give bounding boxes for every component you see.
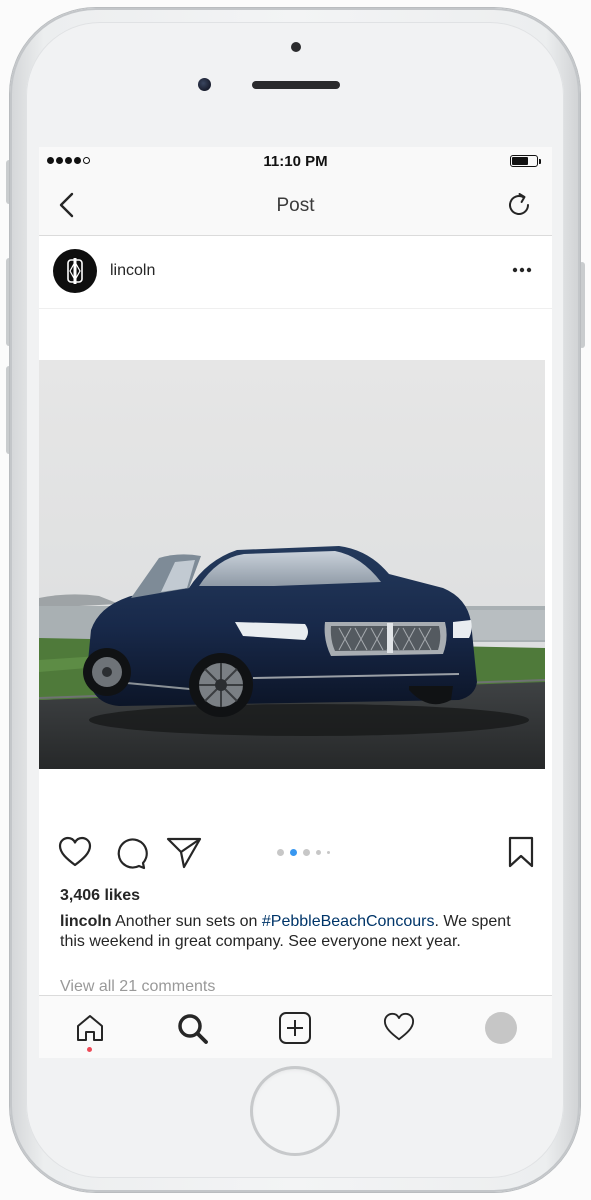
like-heart-icon[interactable]: [57, 835, 93, 869]
tab-home[interactable]: [39, 996, 141, 1058]
share-paper-plane-icon[interactable]: [165, 835, 203, 871]
front-camera: [198, 78, 211, 91]
post-username[interactable]: lincoln: [110, 262, 155, 280]
tab-search[interactable]: [141, 996, 243, 1058]
caption-text-before: Another sun sets on: [111, 913, 262, 930]
tab-profile[interactable]: [447, 996, 549, 1058]
status-bar: 11:10 PM: [39, 147, 552, 175]
tab-add[interactable]: [243, 996, 345, 1058]
add-post-icon: [279, 1012, 311, 1044]
profile-avatar-icon: [485, 1012, 517, 1044]
like-count[interactable]: 3,406 likes: [60, 887, 140, 905]
proximity-sensor: [291, 42, 301, 52]
battery-level: [512, 157, 528, 165]
earpiece-speaker: [252, 81, 340, 89]
heart-icon: [383, 1012, 415, 1041]
battery-tip: [539, 159, 541, 164]
carousel-dot: [316, 850, 321, 855]
carousel-dot: [277, 849, 284, 856]
lincoln-logo-icon: [67, 258, 83, 284]
car-photo: [39, 360, 545, 769]
app-screen: 11:10 PM Post lincoln 3,406 likes lincol…: [39, 147, 552, 1058]
tab-bar: [39, 995, 552, 1058]
carousel-dot: [303, 849, 310, 856]
home-button[interactable]: [250, 1066, 340, 1156]
caption-username[interactable]: lincoln: [60, 913, 112, 930]
search-icon: [178, 1014, 208, 1044]
post-header: lincoln: [39, 236, 552, 309]
page-title: Post: [276, 195, 315, 216]
notification-dot: [87, 1047, 92, 1052]
tab-activity[interactable]: [345, 996, 447, 1058]
avatar[interactable]: [53, 249, 97, 293]
carousel-dot: [327, 851, 330, 854]
post-image[interactable]: [39, 360, 545, 769]
caption-hashtag[interactable]: #PebbleBeachConcours: [262, 913, 435, 930]
battery-icon: [510, 155, 538, 167]
post-caption: lincoln Another sun sets on #PebbleBeach…: [60, 912, 530, 952]
bookmark-icon[interactable]: [506, 835, 536, 869]
carousel-dot: [290, 849, 297, 856]
home-icon: [77, 1015, 103, 1041]
status-time: 11:10 PM: [263, 153, 328, 170]
navigation-bar: Post: [39, 175, 552, 236]
more-horizontal-icon[interactable]: [507, 258, 537, 282]
comment-icon[interactable]: [112, 835, 148, 871]
reload-icon[interactable]: [504, 190, 534, 220]
view-comments-link[interactable]: View all 21 comments: [60, 978, 215, 996]
carousel-indicator: [277, 849, 330, 856]
